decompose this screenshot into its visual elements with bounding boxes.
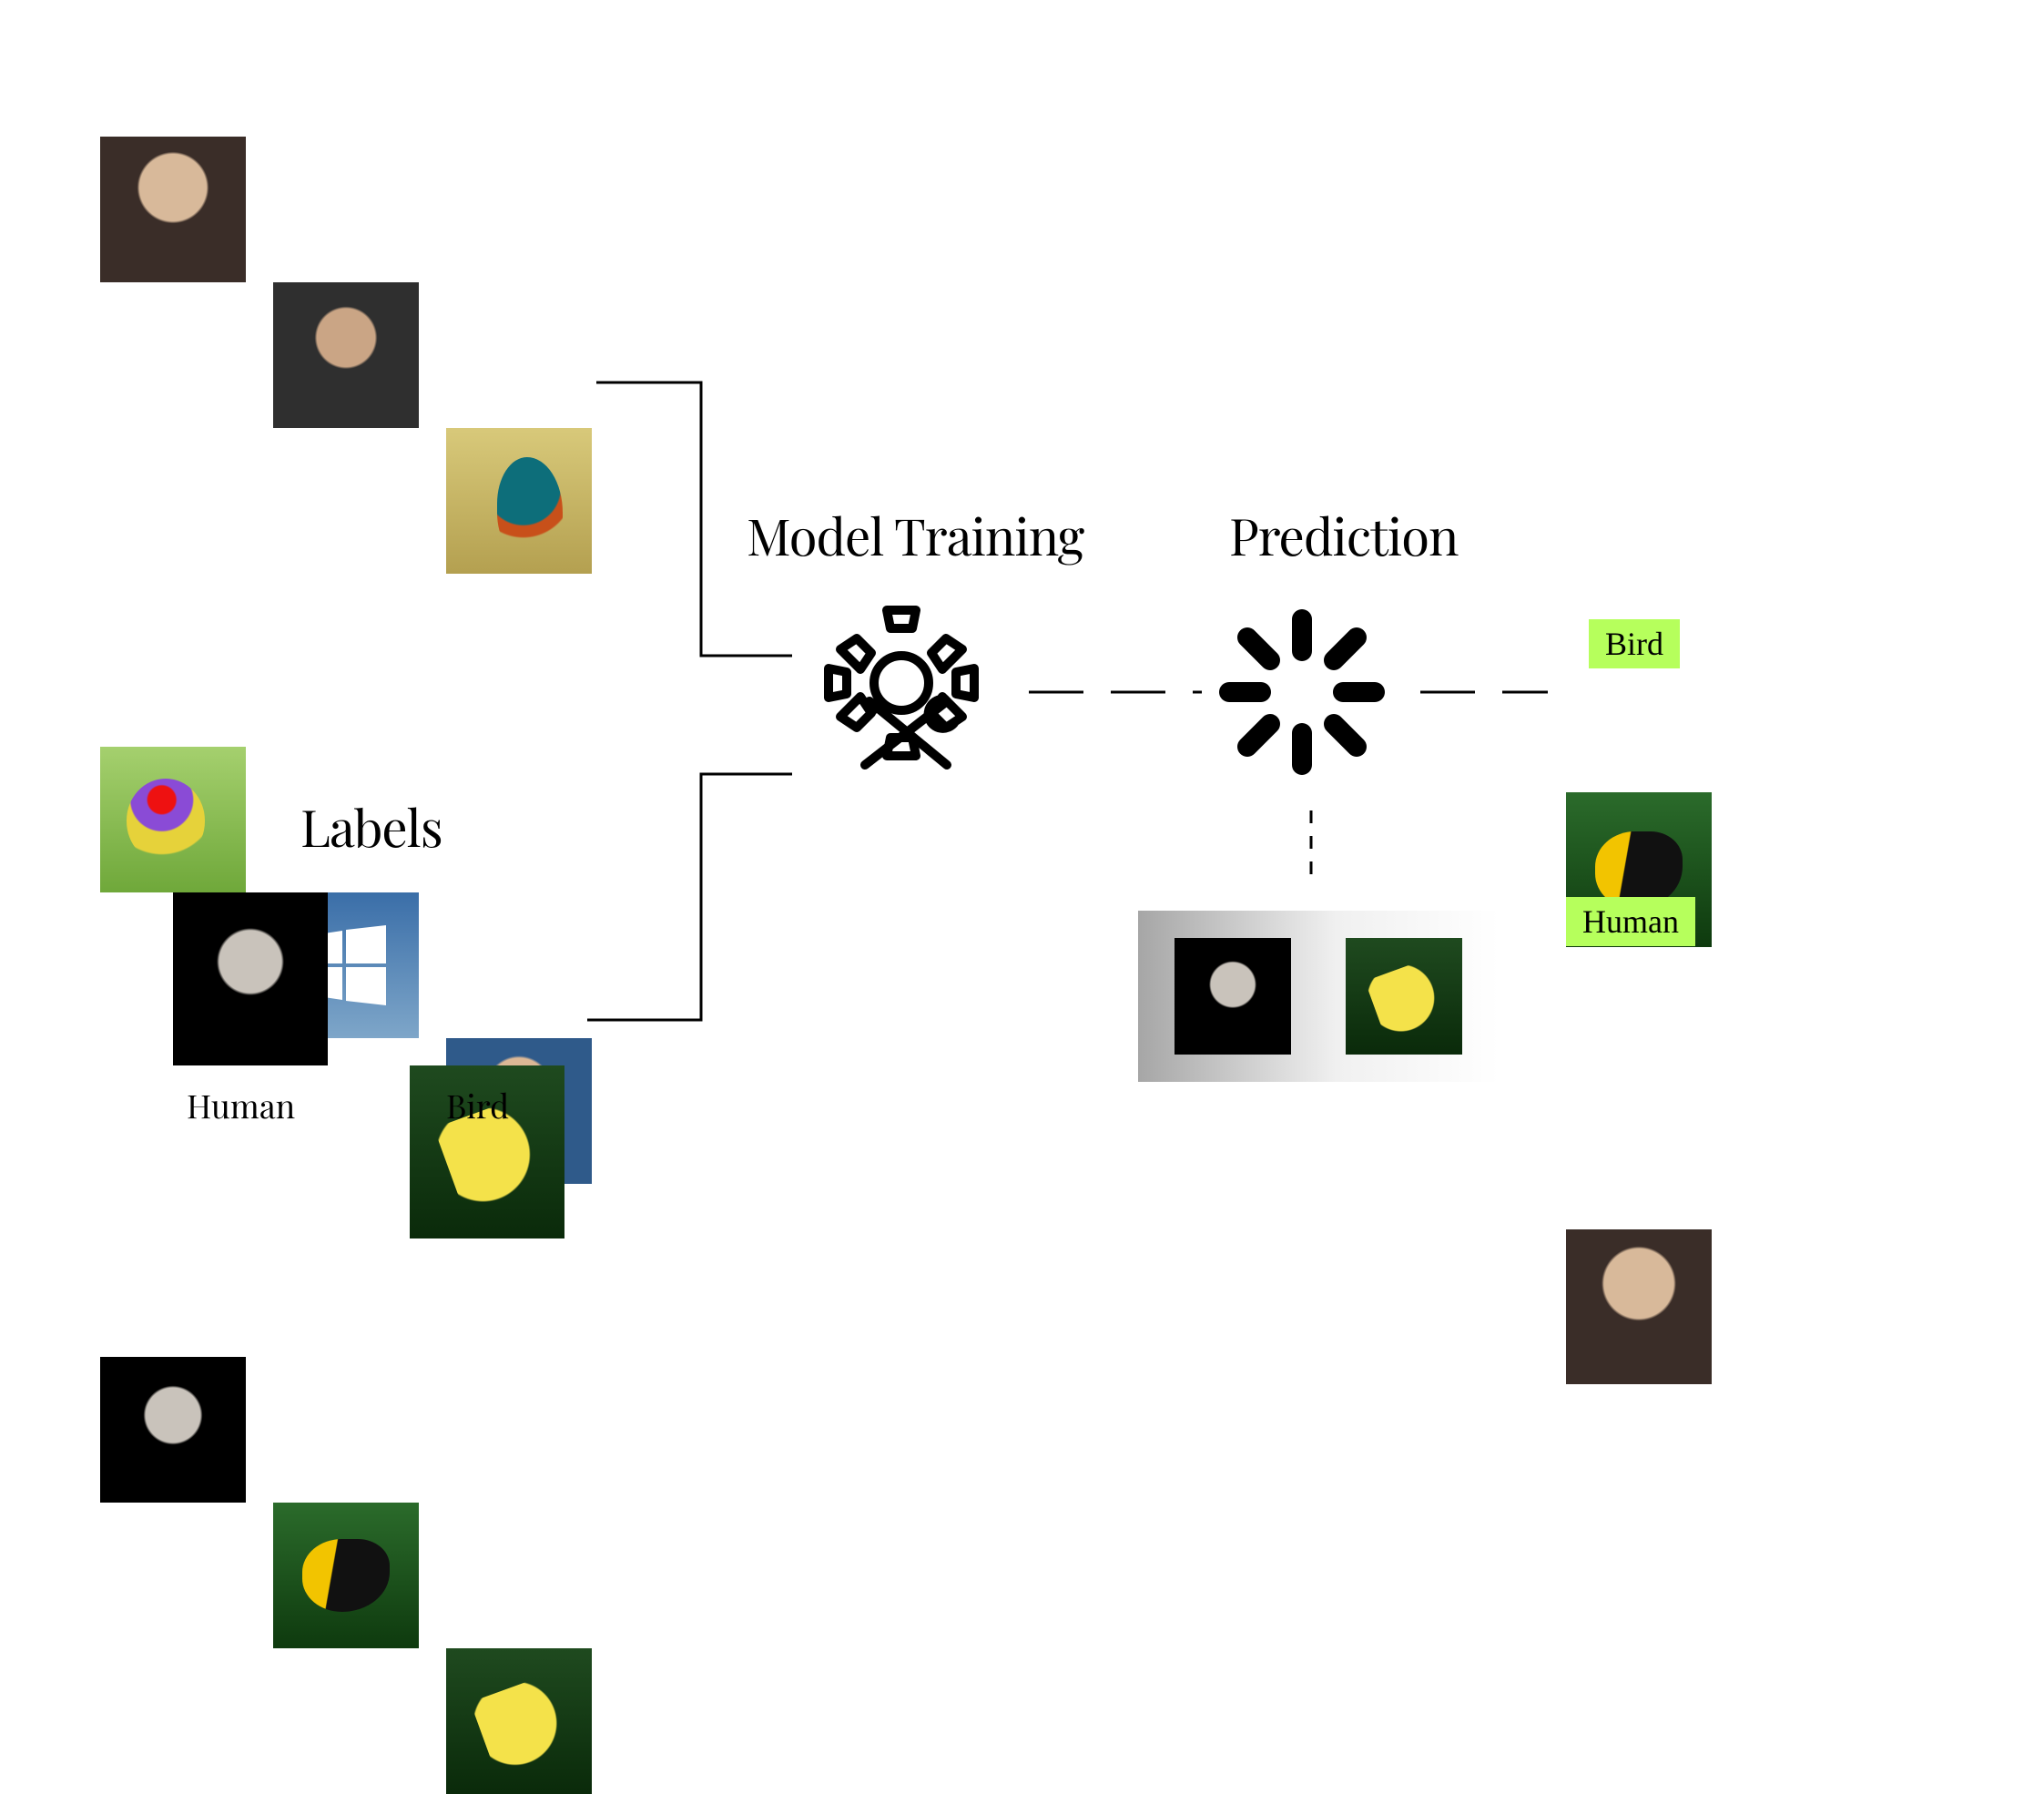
prediction-output-image-human (1566, 1229, 1712, 1384)
grid-image-human-2 (273, 282, 419, 428)
prediction-output-label-human: Human (1566, 897, 1695, 946)
grid-image-toucan-bird (273, 1503, 419, 1648)
stage-title-training: Model Training (747, 501, 1083, 569)
grid-image-yellow-bird (446, 1648, 592, 1794)
grid-image-human-1 (100, 137, 246, 282)
prediction-input-box (1138, 911, 1499, 1082)
grid-image-kingfisher-bird (446, 428, 592, 574)
prediction-input-image-human (1175, 938, 1291, 1055)
prediction-input-image-bird (1346, 938, 1462, 1055)
labels-heading: Labels (300, 792, 442, 861)
prediction-output-label-bird: Bird (1589, 619, 1680, 668)
stage-title-prediction: Prediction (1229, 501, 1458, 569)
flow-connectors (0, 0, 2044, 1445)
training-image-grid (100, 137, 246, 1448)
label-example-text-human: Human (187, 1084, 295, 1127)
loading-spinner-icon (1211, 601, 1393, 783)
label-example-text-bird: Bird (446, 1084, 509, 1127)
grid-image-gouldian-finch (100, 747, 246, 892)
label-example-image-human (173, 892, 328, 1065)
grid-image-human-dark (100, 1357, 246, 1503)
gear-wrench-icon (810, 601, 992, 783)
